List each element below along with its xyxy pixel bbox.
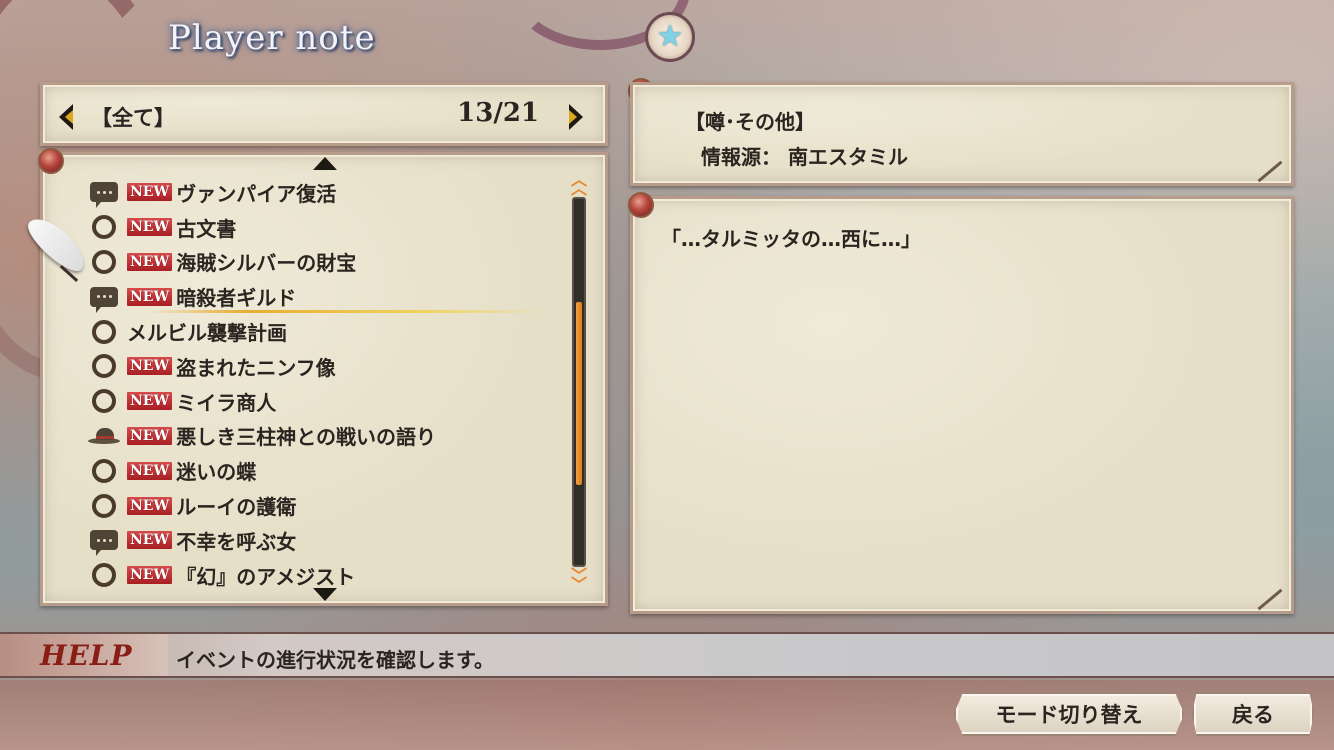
- event-list-item[interactable]: NEW 悪しき三柱神との戦いの語り: [87, 419, 567, 454]
- speech-bubble-icon: [87, 178, 121, 209]
- mode-switch-button[interactable]: モード切り替え: [954, 692, 1184, 736]
- scroll-up-arrow-icon[interactable]: [313, 157, 337, 170]
- new-badge: NEW: [127, 287, 173, 306]
- event-category: 【噂･その他】: [685, 110, 815, 134]
- prev-arrow-fill: [65, 110, 73, 124]
- new-badge: NEW: [127, 183, 173, 202]
- event-title: 悪しき三柱神との戦いの語り: [176, 425, 437, 450]
- event-title: ヴァンパイア復活: [176, 181, 337, 206]
- event-list-item[interactable]: メルビル襲撃計画: [87, 314, 567, 349]
- new-badge: NEW: [127, 461, 173, 480]
- event-title: 迷いの蝶: [176, 460, 257, 485]
- gem-ornament-icon: [628, 192, 654, 218]
- event-list-item[interactable]: NEW ミイラ商人: [87, 384, 567, 419]
- scroll-bottom-chevron-icon[interactable]: ﹀ ﹀: [569, 568, 589, 593]
- entry-count: 13/21: [457, 98, 539, 128]
- event-title: ミイラ商人: [176, 390, 277, 415]
- event-list-item[interactable]: NEW ヴァンパイア復活: [87, 175, 567, 210]
- speech-bubble-icon: [87, 526, 121, 557]
- new-badge: NEW: [127, 566, 173, 585]
- event-title: 『幻』のアメジスト: [176, 564, 356, 589]
- event-info-panel: 【噂･その他】 情報源： 南エスタミル: [630, 82, 1294, 186]
- scroll-top-chevron-icon[interactable]: ︿ ︿: [569, 172, 589, 197]
- screen-title: Player note: [168, 18, 376, 58]
- event-list-item[interactable]: NEW 海賊シルバーの財宝: [87, 245, 567, 280]
- event-title: 海賊シルバーの財宝: [176, 251, 357, 276]
- event-title: 古文書: [176, 216, 237, 241]
- event-title: 不幸を呼ぶ女: [176, 529, 297, 554]
- event-detail-panel: 「…タルミッタの…西に…」: [630, 196, 1294, 614]
- help-label: HELP: [40, 639, 133, 672]
- event-list: NEW ヴァンパイア復活 NEW 古文書 NEW 海賊シルバーの財宝 NEW 暗殺者ギルド メル…: [87, 175, 567, 593]
- category-selector: 【全て】 13/21: [40, 82, 608, 146]
- new-badge: NEW: [127, 218, 173, 237]
- ring-icon: [87, 561, 121, 589]
- event-list-item[interactable]: NEW 不幸を呼ぶ女: [87, 523, 567, 558]
- event-title: ルーイの護衛: [176, 495, 297, 520]
- new-badge: NEW: [127, 357, 173, 376]
- event-detail-text: 「…タルミッタの…西に…」: [661, 227, 921, 251]
- new-badge: NEW: [127, 252, 173, 271]
- category-label: 【全て】: [91, 106, 175, 130]
- ring-icon: [87, 457, 121, 485]
- back-button[interactable]: 戻る: [1192, 692, 1314, 736]
- event-title: 暗殺者ギルド: [176, 286, 297, 311]
- event-list-item[interactable]: NEW 古文書: [87, 210, 567, 245]
- quill-ornament-icon: [1257, 588, 1283, 611]
- gem-ornament-icon: [38, 148, 64, 174]
- new-badge: NEW: [127, 392, 173, 411]
- scrollbar[interactable]: ︿ ︿ ﹀ ﹀: [569, 172, 589, 593]
- new-badge: NEW: [127, 426, 173, 445]
- help-text: イベントの進行状況を確認します。: [176, 648, 494, 672]
- scroll-track[interactable]: [572, 197, 586, 567]
- scroll-thumb[interactable]: [576, 302, 582, 485]
- ring-icon: [87, 318, 121, 346]
- speech-bubble-icon: [87, 283, 121, 313]
- help-bar: HELP イベントの進行状況を確認します。: [0, 632, 1334, 678]
- ring-icon: [87, 387, 121, 415]
- event-list-panel: NEW ヴァンパイア復活 NEW 古文書 NEW 海賊シルバーの財宝 NEW 暗殺者ギルド メル…: [40, 152, 608, 606]
- hat-icon: [87, 422, 121, 450]
- event-title: メルビル襲撃計画: [127, 321, 287, 346]
- info-source: 情報源： 南エスタミル: [701, 145, 908, 169]
- event-list-item[interactable]: NEW 迷いの蝶: [87, 453, 567, 488]
- ring-icon: [87, 352, 121, 380]
- event-title: 盗まれたニンフ像: [176, 355, 336, 380]
- scroll-down-arrow-icon[interactable]: [313, 588, 337, 601]
- new-badge: NEW: [127, 531, 173, 550]
- next-arrow-fill: [569, 110, 577, 124]
- star-icon: ★: [645, 12, 695, 62]
- ring-icon: [87, 492, 121, 520]
- new-badge: NEW: [127, 496, 173, 515]
- event-list-item[interactable]: NEW ルーイの護衛: [87, 488, 567, 523]
- ring-icon: [87, 248, 121, 276]
- ring-icon: [87, 213, 121, 241]
- event-list-item[interactable]: NEW 暗殺者ギルド: [87, 279, 567, 314]
- quill-ornament-icon: [1257, 160, 1283, 183]
- event-list-item[interactable]: NEW 盗まれたニンフ像: [87, 349, 567, 384]
